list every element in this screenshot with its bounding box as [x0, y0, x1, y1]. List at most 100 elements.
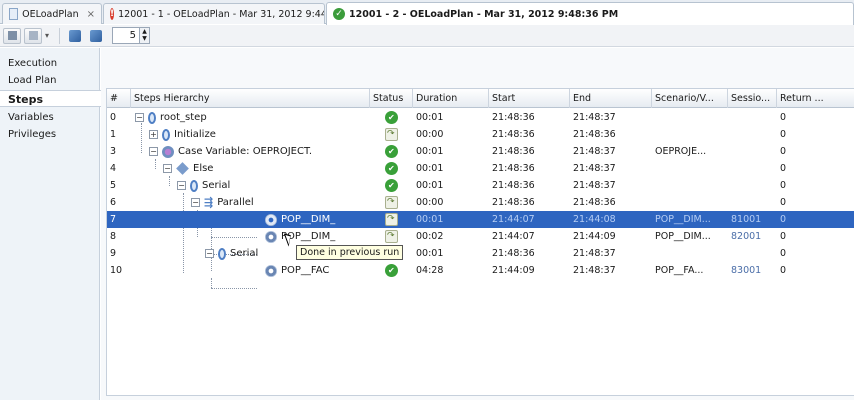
tree-node[interactable]: POP__DIM_	[265, 228, 335, 245]
refresh-icon	[69, 29, 82, 42]
tree-node[interactable]: − Serial	[177, 177, 230, 194]
tab-session-12001-1[interactable]: ! 12001 - 1 - OELoadPlan - Mar 31, 2012 …	[103, 3, 325, 24]
end-cell: 21:48:37	[573, 265, 616, 276]
table-row[interactable]: 5 − Serial 00:01 21:48:36 21:48:37 0	[107, 177, 854, 194]
chevron-down-icon[interactable]: ▾	[45, 31, 49, 40]
row-number: 5	[110, 180, 117, 191]
tab-label: 12001 - 2 - OELoadPlan - Mar 31, 2012 9:…	[349, 8, 619, 20]
stop-icon	[7, 31, 17, 40]
gear-icon	[265, 230, 277, 243]
column-header-duration[interactable]: Duration	[413, 89, 489, 108]
tab-oeloadplan[interactable]: OELoadPlan ×	[2, 3, 102, 24]
table-row[interactable]: 3 − Case Variable: OEPROJECT. 00:01 21:4…	[107, 143, 854, 160]
tree-node[interactable]: − Else	[163, 160, 213, 177]
expand-icon[interactable]: +	[149, 130, 158, 139]
collapse-icon[interactable]: −	[177, 181, 186, 190]
end-cell: 21:48:36	[573, 197, 616, 208]
nav-item-execution[interactable]: Execution	[0, 55, 100, 72]
refresh-button[interactable]	[66, 28, 84, 44]
return-code-cell: 0	[780, 180, 787, 191]
return-code-cell: 0	[780, 214, 787, 225]
column-header-scenario[interactable]: Scenario/V...	[652, 89, 728, 108]
tree-node[interactable]: − root_step	[135, 109, 207, 126]
tab-label: 12001 - 1 - OELoadPlan - Mar 31, 2012 9:…	[118, 8, 324, 20]
nav-item-steps[interactable]: Steps	[0, 90, 101, 107]
scenario-cell	[652, 194, 655, 211]
collapse-icon[interactable]: −	[163, 164, 172, 173]
column-header-session[interactable]: Sessio...	[728, 89, 777, 108]
step-name: Serial	[230, 248, 259, 259]
column-header-start[interactable]: Start	[489, 89, 570, 108]
chevron-down-icon[interactable]: ▼	[140, 35, 149, 42]
return-code-cell: 0	[780, 248, 787, 259]
column-header-return[interactable]: Return ...	[777, 89, 854, 108]
duration-cell: 00:00	[416, 197, 444, 208]
table-row[interactable]: 9 − Serial 00:01 21:48:36 21:48:37 0	[107, 245, 854, 262]
collapse-icon[interactable]: −	[149, 147, 158, 156]
table-row[interactable]: 4 − Else 00:01 21:48:36 21:48:37 0	[107, 160, 854, 177]
table-row[interactable]: 8 POP__DIM_ 00:02 21:44:07 21:44:09 POP_…	[107, 228, 854, 245]
session-cell[interactable]	[728, 126, 731, 143]
auto-refresh-button[interactable]	[87, 28, 105, 44]
status-done-icon	[385, 111, 398, 124]
nav-item-privileges[interactable]: Privileges	[0, 126, 100, 143]
refresh-interval-stepper[interactable]: 5 ▲ ▼	[112, 27, 151, 44]
tree-node[interactable]: − Serial	[205, 245, 258, 262]
column-header-status[interactable]: Status	[370, 89, 413, 108]
gear-icon	[265, 213, 277, 226]
session-cell[interactable]	[728, 245, 731, 262]
session-cell[interactable]	[728, 160, 731, 177]
step-icon	[218, 247, 226, 260]
column-header-number[interactable]: #	[107, 89, 131, 108]
table-row-selected[interactable]: 7 POP__DIM_ 00:01 21:44:07 21:44:08 POP_…	[107, 211, 854, 228]
column-header-end[interactable]: End	[570, 89, 652, 108]
step-name: Parallel	[217, 197, 254, 208]
session-cell[interactable]	[728, 194, 731, 211]
end-cell: 21:48:37	[573, 112, 616, 123]
parallel-icon: ⇶	[204, 196, 214, 209]
tree-node[interactable]: − ⇶ Parallel	[191, 194, 254, 211]
session-cell[interactable]	[728, 143, 731, 160]
step-name: Else	[193, 163, 214, 174]
start-cell: 21:48:36	[492, 163, 535, 174]
session-cell[interactable]: 82001	[728, 228, 761, 245]
status-previous-run-icon	[385, 213, 398, 226]
collapse-icon[interactable]: −	[135, 113, 144, 122]
close-icon[interactable]: ×	[87, 9, 95, 20]
session-cell[interactable]	[728, 109, 731, 126]
tab-session-12001-2[interactable]: ✓ 12001 - 2 - OELoadPlan - Mar 31, 2012 …	[326, 2, 854, 25]
row-number: 7	[110, 214, 117, 225]
nav-item-load-plan[interactable]: Load Plan	[0, 72, 100, 89]
tree-node[interactable]: + Initialize	[149, 126, 216, 143]
stop-button[interactable]	[3, 27, 21, 44]
step-name: Initialize	[174, 129, 216, 140]
auto-refresh-icon	[90, 29, 103, 42]
status-tooltip: Done in previous run	[296, 245, 404, 260]
table-row[interactable]: 1 + Initialize 00:00 21:48:36 21:48:36 0	[107, 126, 854, 143]
table-row[interactable]: 10 POP__FAC 04:28 21:44:09 21:48:37 POP_…	[107, 262, 854, 279]
chevron-up-icon[interactable]: ▲	[140, 28, 149, 35]
return-code-cell: 0	[780, 112, 787, 123]
stepper-arrows[interactable]: ▲ ▼	[139, 28, 150, 43]
tree-node[interactable]: POP__DIM_	[265, 211, 335, 228]
collapse-icon[interactable]: −	[191, 198, 200, 207]
step-name: root_step	[160, 112, 207, 123]
row-number: 6	[110, 197, 117, 208]
tree-node[interactable]: − Case Variable: OEPROJECT.	[149, 143, 312, 160]
column-header-steps-hierarchy[interactable]: Steps Hierarchy	[131, 89, 370, 108]
tree-node[interactable]: POP__FAC	[265, 262, 329, 279]
session-cell[interactable]: 81001	[728, 211, 761, 228]
nav-item-variables[interactable]: Variables	[0, 109, 100, 126]
refresh-interval-value[interactable]: 5	[113, 30, 139, 41]
scenario-cell: OEPROJE...	[655, 146, 707, 157]
table-row[interactable]: 0 − root_step 00:01 21:48:36 21:48:37 0	[107, 109, 854, 126]
table-row[interactable]: 6 − ⇶ Parallel 00:00 21:48:36 21:48:36 0	[107, 194, 854, 211]
collapse-icon[interactable]: −	[205, 249, 214, 258]
stop-menu-button[interactable]	[24, 27, 42, 44]
end-cell: 21:48:36	[573, 129, 616, 140]
scenario-cell: POP__DIM...	[655, 214, 711, 225]
session-cell[interactable]: 83001	[728, 262, 761, 279]
session-cell[interactable]	[728, 177, 731, 194]
row-number: 9	[110, 248, 117, 259]
toolbar-divider	[59, 27, 61, 44]
